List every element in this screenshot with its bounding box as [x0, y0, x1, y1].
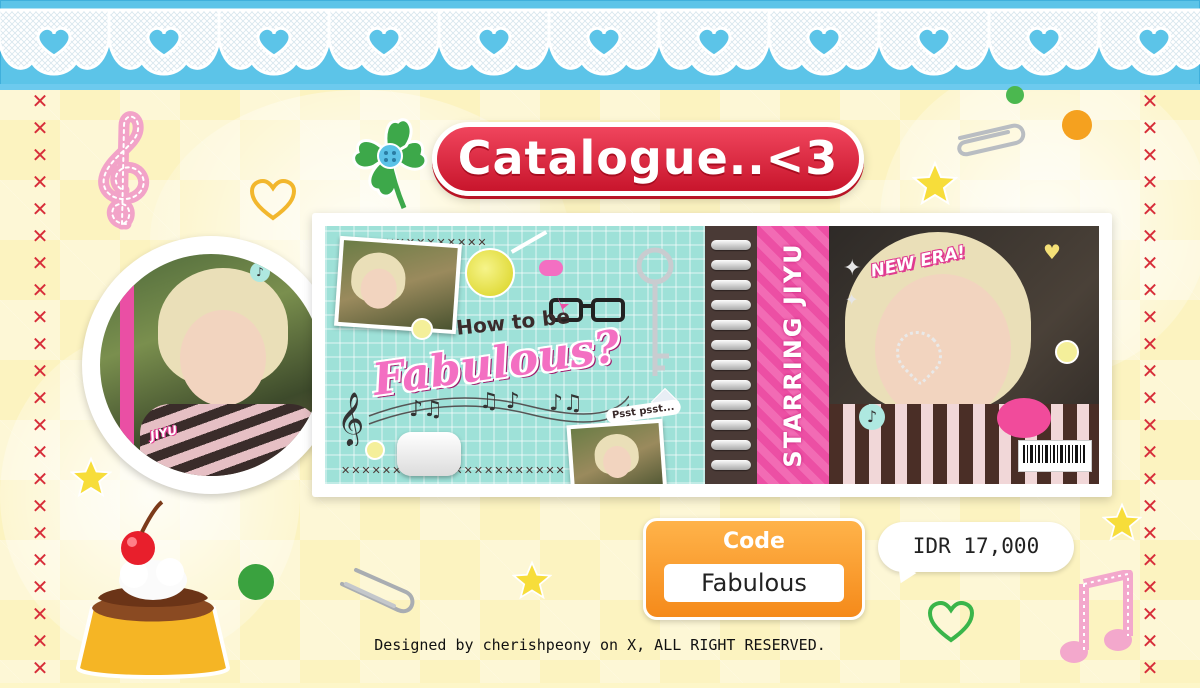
lace-scallop — [877, 8, 991, 76]
portrait-photo: ♪ — [100, 254, 322, 476]
pudding-icon — [75, 500, 231, 679]
striped-top — [140, 404, 320, 476]
music-note-sticker: ♪ — [859, 404, 885, 430]
svg-text:𝄞: 𝄞 — [337, 391, 364, 446]
heart-icon: ♥ — [1043, 240, 1061, 264]
lace-scallop — [437, 8, 551, 76]
lace-scallop — [657, 8, 771, 76]
svg-text:♪♫: ♪♫ — [549, 391, 583, 416]
lollipop-icon — [465, 248, 515, 298]
spiral-ring — [711, 300, 751, 310]
heart-outline-icon — [249, 178, 297, 221]
lace-border-top — [0, 0, 1200, 90]
green-dot — [1006, 86, 1024, 104]
price-bubble: IDR 17,000 — [878, 522, 1074, 572]
paperclip-icon — [957, 123, 1026, 157]
footer-credit: Designed by cherishpeony on X, ALL RIGHT… — [374, 636, 826, 654]
spiral-ring — [711, 340, 751, 350]
code-box: Code Fabulous — [643, 518, 865, 620]
star-icon — [912, 160, 958, 206]
orange-dot — [1062, 110, 1092, 140]
x-border-right: ✕ ✕ ✕ ✕ ✕ ✕ ✕ ✕ ✕ ✕ ✕ ✕ ✕ ✕ ✕ ✕ ✕ ✕ ✕ ✕ … — [1141, 89, 1159, 680]
clover-icon — [352, 118, 428, 209]
starring-text: STARRING JIYU — [779, 242, 807, 468]
sequin — [411, 318, 433, 340]
code-label: Code — [723, 529, 785, 554]
spiral-ring — [711, 240, 751, 250]
key-icon — [636, 247, 674, 376]
star-icon — [70, 456, 112, 498]
spiral-ring — [711, 440, 751, 450]
x-border-left: ✕ ✕ ✕ ✕ ✕ ✕ ✕ ✕ ✕ ✕ ✕ ✕ ✕ ✕ ✕ ✕ ✕ ✕ ✕ ✕ … — [31, 89, 49, 680]
bunny-sticker — [539, 260, 563, 276]
lace-scallop — [0, 8, 111, 76]
photo-tile — [334, 235, 462, 335]
sequin — [1055, 340, 1079, 364]
pink-scrunchie — [997, 398, 1051, 438]
paperclip-icon — [340, 568, 415, 614]
notebook-spiral — [705, 226, 757, 484]
lace-scallop — [217, 8, 331, 76]
title-banner: Catalogue..<3 — [432, 122, 864, 196]
spiral-ring — [711, 420, 751, 430]
spiral-ring — [711, 460, 751, 470]
price-text: IDR 17,000 — [912, 534, 1040, 558]
lace-scallop — [107, 8, 221, 76]
spiral-ring — [711, 280, 751, 290]
lace-scallop — [547, 8, 661, 76]
svg-text:♫ ♪: ♫ ♪ — [479, 389, 520, 414]
page-title: Catalogue..<3 — [457, 131, 839, 185]
star-sparkle-icon: ✦ — [845, 290, 859, 309]
star-sparkle-icon: ✦ — [843, 256, 862, 281]
lace-scallop — [987, 8, 1101, 76]
barcode-icon — [1018, 440, 1092, 472]
earbuds-case-icon — [397, 432, 461, 476]
star-icon — [512, 560, 552, 600]
spiral-ring — [711, 360, 751, 370]
lollipop-stick — [510, 230, 548, 254]
music-note-sticker: ♪ — [250, 262, 270, 282]
star-icon — [1102, 502, 1142, 542]
spiral-ring — [711, 320, 751, 330]
code-value: Fabulous — [664, 564, 844, 602]
spiral-ring — [711, 400, 751, 410]
banner-starring: STARRING JIYU — [757, 226, 829, 484]
spiral-ring — [711, 380, 751, 390]
photo-tile — [566, 418, 668, 484]
music-note-icon — [1060, 570, 1133, 663]
green-dot — [238, 564, 274, 600]
lace-scallop — [767, 8, 881, 76]
lace-scallop — [1097, 8, 1200, 76]
face — [180, 310, 266, 406]
lace-scallop — [327, 8, 441, 76]
spiral-ring — [711, 260, 751, 270]
treble-clef-icon — [98, 111, 150, 230]
pink-stripe — [120, 254, 134, 476]
